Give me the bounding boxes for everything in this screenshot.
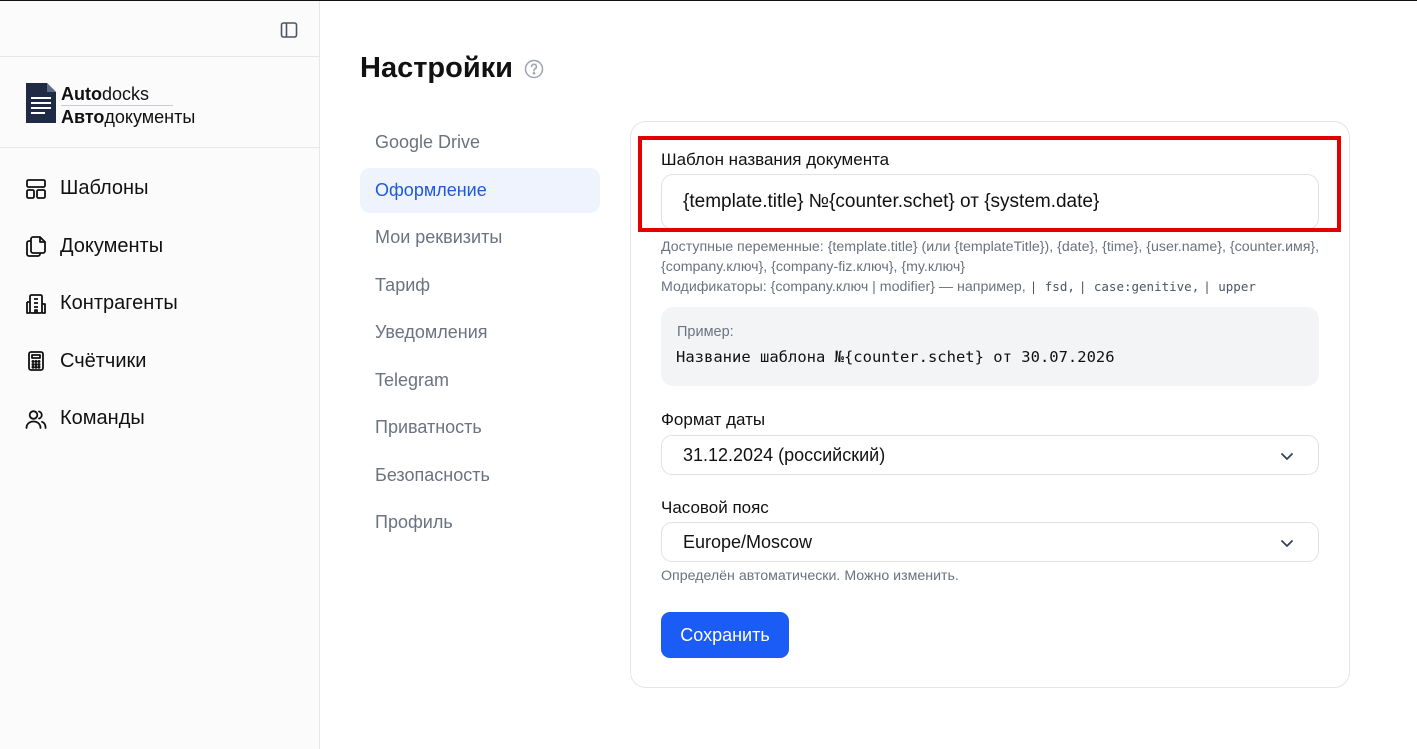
save-button[interactable]: Сохранить: [661, 612, 789, 658]
brand-line1-bold: Auto: [61, 84, 102, 104]
sidebar-item-label: Контрагенты: [60, 292, 178, 315]
sidebar-toggle-icon[interactable]: [278, 19, 300, 41]
users-icon: [24, 407, 48, 431]
sidebar-item-label: Шаблоны: [60, 177, 149, 200]
chevron-down-icon: [1281, 453, 1293, 460]
brand-line2-bold: Авто: [61, 107, 105, 127]
brand-line2-rest: документы: [104, 107, 196, 127]
sidebar: Autodocks Автодокументы Шаблоны Документ…: [0, 1, 320, 749]
sidebar-header: [0, 1, 319, 57]
settings-nav-appearance[interactable]: Оформление: [360, 167, 600, 213]
page-header: Настройки: [360, 52, 544, 85]
example-value: Название шаблона №{counter.schet} от 30.…: [676, 348, 1115, 366]
modifier-code: | upper: [1203, 279, 1256, 294]
sidebar-item-label: Команды: [60, 407, 145, 430]
date-format-label: Формат даты: [661, 410, 766, 429]
timezone-select[interactable]: Europe/Moscow: [661, 522, 1319, 562]
brand-name: Autodocks Автодокументы: [61, 83, 195, 128]
template-name-input[interactable]: [661, 174, 1319, 230]
sidebar-item-teams[interactable]: Команды: [0, 390, 319, 448]
example-label: Пример:: [677, 324, 734, 340]
timezone-value: Europe/Moscow: [683, 531, 813, 552]
sidebar-item-label: Документы: [60, 234, 164, 257]
settings-nav-requisites[interactable]: Мои реквизиты: [360, 215, 600, 260]
files-icon: [24, 234, 48, 258]
variables-text: Доступные переменные: {template.title} (…: [661, 239, 1320, 275]
layout-icon: [24, 177, 48, 201]
settings-nav-privacy[interactable]: Приватность: [360, 405, 600, 450]
modifier-code: | case:genitive,: [1078, 279, 1200, 294]
settings-nav-notifications[interactable]: Уведомления: [360, 310, 600, 355]
template-name-label: Шаблон названия документа: [661, 150, 890, 169]
brand-line1-rest: docks: [101, 84, 150, 104]
example-preview: Пример: Название шаблона №{counter.schet…: [661, 307, 1319, 386]
building-icon: [24, 292, 48, 316]
sidebar-nav: Шаблоны Документы Контрагенты Счётчики К…: [0, 148, 319, 448]
timezone-hint: Определён автоматически. Можно изменить.: [661, 568, 959, 584]
modifier-code: | fsd,: [1029, 279, 1075, 294]
date-format-select[interactable]: 31.12.2024 (российский): [661, 435, 1319, 475]
calculator-icon: [24, 349, 48, 373]
timezone-label: Часовой пояс: [661, 498, 769, 517]
settings-nav-profile[interactable]: Профиль: [360, 500, 600, 545]
chevron-down-icon: [1281, 540, 1293, 547]
modifiers-text: Модификаторы: {company.ключ | modifier} …: [661, 279, 1026, 295]
logo-icon: [26, 83, 56, 123]
sidebar-item-counterparties[interactable]: Контрагенты: [0, 275, 319, 333]
brand[interactable]: Autodocks Автодокументы: [0, 57, 319, 148]
settings-nav-security[interactable]: Безопасность: [360, 453, 600, 498]
sidebar-item-templates[interactable]: Шаблоны: [0, 160, 319, 218]
date-format-value: 31.12.2024 (российский): [683, 444, 886, 465]
settings-nav-tariff[interactable]: Тариф: [360, 263, 600, 308]
page-title: Настройки: [360, 52, 514, 84]
settings-nav-google-drive[interactable]: Google Drive: [360, 120, 600, 165]
sidebar-item-label: Счётчики: [60, 349, 147, 372]
sidebar-item-documents[interactable]: Документы: [0, 218, 319, 276]
help-icon[interactable]: [524, 59, 544, 79]
appearance-settings-card: Шаблон названия документа Доступные пере…: [630, 121, 1350, 688]
settings-nav-telegram[interactable]: Telegram: [360, 358, 600, 403]
sidebar-item-counters[interactable]: Счётчики: [0, 333, 319, 391]
variables-hint: Доступные переменные: {template.title} (…: [661, 237, 1321, 297]
settings-nav: Google Drive Оформление Мои реквизиты Та…: [360, 120, 600, 548]
